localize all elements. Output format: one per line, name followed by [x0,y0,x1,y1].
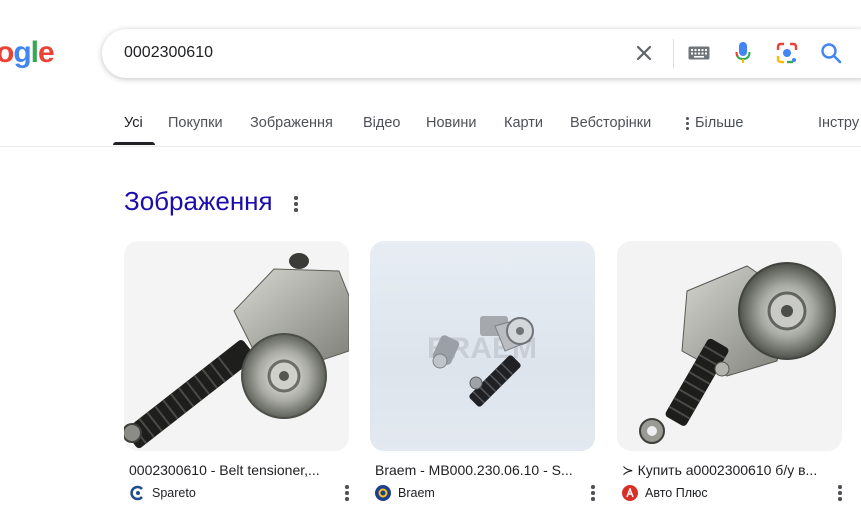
microphone-icon[interactable] [731,41,755,65]
tab-videos[interactable]: Відео [363,115,400,131]
image-result-card[interactable]: 0002300610 - Belt tensioner,... Spareto [124,241,349,501]
clear-icon[interactable] [632,41,656,65]
result-source[interactable]: Spareto [129,485,196,501]
search-input[interactable]: 0002300610 [124,44,213,62]
active-tab-indicator [113,142,155,145]
tab-more-label: Більше [695,115,744,131]
result-thumbnail[interactable]: BRAEM [370,241,595,451]
result-more-icon[interactable] [835,483,845,501]
google-logo[interactable]: ogle [0,36,55,70]
images-section-title[interactable]: Зображення [124,186,273,217]
tab-web[interactable]: Вебсторінки [570,115,651,131]
tab-news[interactable]: Новини [426,115,476,131]
keyboard-icon[interactable] [687,41,711,65]
search-icon[interactable] [819,41,843,65]
section-more-icon[interactable] [288,194,304,214]
braem-favicon [375,485,391,501]
image-result-card[interactable]: ≻ Купить a0002300610 б/у в... Авто Плюс [617,241,842,501]
avto-plus-favicon [622,485,638,501]
tab-more[interactable]: Більше [686,115,743,131]
google-lens-icon[interactable] [775,41,799,65]
result-source[interactable]: Авто Плюс [622,485,708,501]
result-source-name: Авто Плюс [645,486,708,500]
result-more-icon[interactable] [588,483,598,501]
result-source[interactable]: Braem [375,485,435,501]
tab-shopping[interactable]: Покупки [168,115,223,131]
spareto-favicon [129,485,145,501]
search-tabs: Усі Покупки Зображення Відео Новини Карт… [0,108,861,146]
search-box[interactable]: 0002300610 [102,29,861,78]
result-caption[interactable]: Braem - MB000.230.06.10 - S... [375,462,590,478]
result-thumbnail[interactable] [124,241,349,451]
tab-images[interactable]: Зображення [250,115,333,131]
tabs-divider [0,146,861,147]
result-caption[interactable]: 0002300610 - Belt tensioner,... [129,462,344,478]
image-result-card[interactable]: BRAEM Braem - MB000.230.06.10 - S... Bra… [370,241,595,501]
result-source-name: Spareto [152,486,196,500]
result-thumbnail[interactable] [617,241,842,451]
result-source-name: Braem [398,486,435,500]
more-dots-icon [686,116,689,130]
search-divider [673,39,674,68]
result-more-icon[interactable] [342,483,352,501]
tab-tools[interactable]: Інстру [818,115,859,131]
tab-all[interactable]: Усі [124,115,143,131]
tab-maps[interactable]: Карти [504,115,543,131]
result-caption[interactable]: ≻ Купить a0002300610 б/у в... [622,462,837,479]
